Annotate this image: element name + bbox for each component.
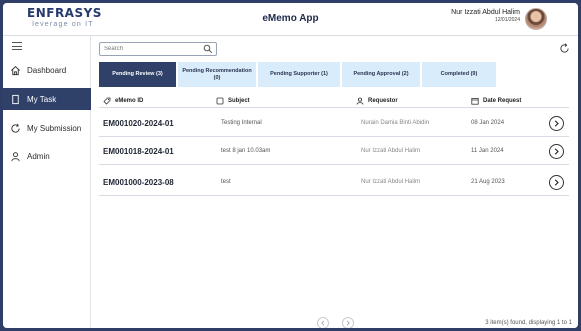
user-info: Nur Izzati Abdul Halim 12/01/2024 bbox=[451, 8, 520, 24]
open-memo-button[interactable] bbox=[549, 144, 564, 159]
prev-page-button[interactable] bbox=[317, 317, 329, 328]
table-row[interactable]: EM001018-2024-01 test 8 jan 10.03am Nur … bbox=[99, 139, 569, 165]
date-request: 21 Aug 2023 bbox=[471, 179, 505, 185]
window-frame: ENFRASYS leverage on IT eMemo App Nur Iz… bbox=[0, 0, 581, 331]
sidebar-item-my-submission[interactable]: My Submission bbox=[3, 117, 91, 139]
column-header-subject[interactable]: Subject bbox=[216, 97, 250, 105]
chevron-right-icon bbox=[554, 120, 559, 127]
table-header: eMemo ID Subject Requestor Date Request bbox=[99, 94, 569, 108]
tab-pending-approval[interactable]: Pending Approval (2) bbox=[342, 62, 422, 87]
refresh-icon bbox=[9, 122, 21, 134]
user-name: Nur Izzati Abdul Halim bbox=[451, 9, 520, 16]
user-date: 12/01/2024 bbox=[494, 17, 520, 23]
table-row[interactable]: EM001020-2024-01 Testing Internal Nurain… bbox=[99, 111, 569, 137]
column-header-ememo-id[interactable]: eMemo ID bbox=[103, 97, 143, 105]
chevron-left-icon bbox=[321, 320, 325, 326]
app-header: ENFRASYS leverage on IT eMemo App Nur Iz… bbox=[3, 3, 578, 36]
refresh-icon[interactable] bbox=[559, 43, 570, 54]
sidebar: Dashboard My Task My Submission Admin bbox=[3, 36, 91, 328]
search-icon[interactable] bbox=[203, 44, 213, 54]
tab-completed[interactable]: Completed (9) bbox=[422, 62, 498, 87]
ememo-id: EM001000-2023-08 bbox=[103, 178, 174, 187]
column-header-date-request[interactable]: Date Request bbox=[471, 97, 521, 105]
main-content: Pending Review (3) Pending Recommendatio… bbox=[91, 36, 578, 328]
chevron-right-icon bbox=[346, 320, 350, 326]
calendar-icon bbox=[471, 97, 479, 105]
search-input[interactable] bbox=[99, 42, 217, 56]
sidebar-item-admin[interactable]: Admin bbox=[3, 145, 91, 167]
menu-icon[interactable] bbox=[12, 42, 22, 50]
sidebar-item-label: Dashboard bbox=[27, 65, 67, 75]
table-row[interactable]: EM001000-2023-08 test Nur Izzati Abdul H… bbox=[99, 170, 569, 196]
column-label: Subject bbox=[228, 98, 250, 104]
user-icon bbox=[9, 150, 21, 162]
status-tabs: Pending Review (3) Pending Recommendatio… bbox=[99, 62, 498, 87]
ememo-id: EM001018-2024-01 bbox=[103, 147, 174, 156]
subject: Testing Internal bbox=[221, 120, 262, 126]
sidebar-item-dashboard[interactable]: Dashboard bbox=[3, 59, 91, 81]
column-header-requestor[interactable]: Requestor bbox=[356, 97, 398, 105]
column-label: Date Request bbox=[483, 98, 522, 104]
column-label: eMemo ID bbox=[115, 98, 144, 104]
requestor: Nur Izzati Abdul Halim bbox=[361, 148, 421, 154]
app-window: ENFRASYS leverage on IT eMemo App Nur Iz… bbox=[3, 3, 578, 328]
sidebar-item-label: Admin bbox=[27, 151, 50, 161]
requestor: Nurain Damia Binti Abidin bbox=[361, 120, 430, 126]
bookmark-icon bbox=[9, 93, 21, 105]
chevron-right-icon bbox=[554, 179, 559, 186]
sidebar-item-label: My Task bbox=[27, 94, 57, 104]
date-request: 08 Jan 2024 bbox=[471, 120, 505, 126]
user-icon bbox=[356, 97, 364, 105]
document-icon bbox=[216, 97, 224, 105]
open-memo-button[interactable] bbox=[549, 116, 564, 131]
home-icon bbox=[9, 64, 21, 76]
tag-icon bbox=[103, 97, 111, 105]
ememo-id: EM001020-2024-01 bbox=[103, 119, 174, 128]
date-request: 11 Jan 2024 bbox=[471, 148, 504, 154]
sidebar-item-my-task[interactable]: My Task bbox=[3, 88, 91, 110]
results-summary: 3 item(s) found, displaying 1 to 1 bbox=[485, 320, 572, 326]
subject: test bbox=[221, 179, 231, 185]
subject: test 8 jan 10.03am bbox=[221, 148, 271, 154]
requestor: Nur Izzati Abdul Halim bbox=[361, 179, 421, 185]
chevron-right-icon bbox=[554, 148, 559, 155]
open-memo-button[interactable] bbox=[549, 175, 564, 190]
tab-pending-supporter[interactable]: Pending Supporter (1) bbox=[258, 62, 342, 87]
tab-pending-review[interactable]: Pending Review (3) bbox=[99, 62, 178, 87]
tab-pending-recommendation[interactable]: Pending Recommendation (0) bbox=[178, 62, 258, 87]
next-page-button[interactable] bbox=[342, 317, 354, 328]
column-label: Requestor bbox=[368, 98, 398, 104]
sidebar-item-label: My Submission bbox=[27, 123, 82, 133]
avatar[interactable] bbox=[525, 8, 547, 30]
